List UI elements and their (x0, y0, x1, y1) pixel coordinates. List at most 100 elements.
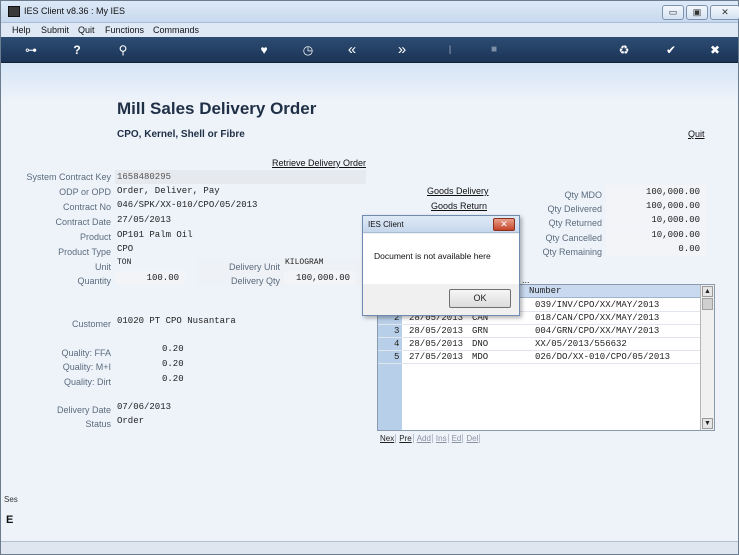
row-number: 026/DO/XX-010/CPO/05/2013 (535, 352, 671, 362)
product-type-field[interactable]: CPO (117, 244, 133, 254)
side-tab-e[interactable]: E (6, 514, 13, 526)
grid-button-bar: Nex Pre Add Ins Ed Del (379, 433, 482, 445)
quality-ffa-label: Quality: FFA (61, 348, 111, 358)
row-type: DNO (472, 339, 489, 349)
row-index: 5 (394, 352, 400, 362)
unit-field[interactable]: TON (117, 258, 131, 267)
goods-delivery-link[interactable]: Goods Delivery (427, 186, 489, 196)
qty-returned-label: Qty Returned (548, 218, 602, 228)
grid-scrollbar[interactable]: ▲ ▼ (700, 285, 714, 430)
quantity-field[interactable]: 100.00 (115, 271, 185, 285)
session-tab[interactable]: Ses (4, 495, 18, 504)
product-type-label: Product Type (58, 247, 111, 257)
menu-help[interactable]: Help (12, 25, 31, 35)
menu-quit[interactable]: Quit (78, 25, 95, 35)
help-icon[interactable]: ? (69, 42, 85, 58)
row-number: 018/CAN/CPO/XX/MAY/2013 (535, 313, 660, 323)
row-number: 004/GRN/CPO/XX/MAY/2013 (535, 326, 660, 336)
window-title: IES Client v8.36 : My IES (24, 6, 126, 16)
qty-remaining-value: 0.00 (606, 242, 706, 256)
stop-icon[interactable]: ■ (486, 42, 502, 58)
ok-button[interactable]: OK (449, 289, 511, 308)
customer-label: Customer (71, 319, 111, 329)
scroll-down-icon[interactable]: ▼ (702, 418, 713, 429)
table-row[interactable]: 4 28/05/2013 DNO XX/05/2013/556632 (378, 338, 700, 351)
dialog-title-bar: IES Client ✕ (363, 216, 519, 233)
menu-submit[interactable]: Submit (41, 25, 69, 35)
previous-button[interactable]: Pre (398, 434, 414, 443)
system-contract-key-value: 1658480295 (117, 172, 172, 182)
forward-icon[interactable]: » (394, 42, 410, 58)
toolbar: ⊶ ? ⚲ ♥ ◷ « » I ■ ♻ ✔ ✖ (1, 37, 738, 63)
page-title: Mill Sales Delivery Order (117, 99, 317, 118)
contract-date-field[interactable]: 27/05/2013 (117, 215, 171, 225)
clock-icon[interactable]: ◷ (300, 42, 316, 58)
odp-field[interactable]: Order, Deliver, Pay (117, 186, 220, 196)
quality-mi-field[interactable]: 0.20 (162, 359, 184, 369)
quit-link[interactable]: Quit (688, 129, 705, 139)
dialog-close-button[interactable]: ✕ (493, 218, 515, 231)
quality-ffa-field[interactable]: 0.20 (162, 344, 184, 354)
rewind-icon[interactable]: « (344, 42, 360, 58)
row-type: MDO (472, 352, 489, 362)
table-row[interactable]: 3 28/05/2013 GRN 004/GRN/CPO/XX/MAY/2013 (378, 325, 700, 338)
qty-cancelled-value: 10,000.00 (606, 228, 706, 242)
add-button[interactable]: Add (416, 434, 433, 443)
qty-returned-value: 10,000.00 (606, 213, 706, 227)
heart-icon[interactable]: ♥ (256, 42, 272, 58)
delete-button[interactable]: Del (465, 434, 481, 443)
dialog-title: IES Client (368, 220, 404, 229)
delivery-unit-field[interactable]: KILOGRAM (285, 258, 323, 267)
qty-remaining-label: Qty Remaining (542, 247, 602, 257)
product-label: Product (79, 232, 111, 242)
recycle-icon[interactable]: ♻ (616, 42, 632, 58)
delivery-date-field[interactable]: 07/06/2013 (117, 402, 171, 412)
contract-no-field[interactable]: 046/SPK/XX-010/CPO/05/2013 (117, 200, 257, 210)
status-field: Order (117, 416, 145, 426)
quality-mi-label: Quality: M+I (62, 362, 111, 372)
minimize-button[interactable]: ▭ (662, 5, 684, 20)
menu-commands[interactable]: Commands (153, 25, 199, 35)
maximize-button[interactable]: ▣ (686, 5, 708, 20)
dialog-body: Document is not available here (363, 234, 519, 284)
contract-no-label: Contract No (62, 202, 111, 212)
qty-delivered-label: Qty Delivered (547, 204, 602, 214)
table-row[interactable]: 5 27/05/2013 MDO 026/DO/XX-010/CPO/05/20… (378, 351, 700, 364)
header-band (1, 63, 738, 101)
page-subtitle: CPO, Kernel, Shell or Fibre (117, 129, 245, 140)
delivery-qty-field[interactable]: 100,000.00 (284, 271, 356, 285)
delivery-date-label: Delivery Date (56, 405, 111, 415)
scroll-thumb[interactable] (702, 298, 713, 310)
unit-label: Unit (94, 262, 111, 272)
row-index: 3 (394, 326, 400, 336)
close-icon[interactable]: ✖ (707, 42, 723, 58)
quality-dirt-label: Quality: Dirt (63, 377, 111, 387)
search-icon[interactable]: ⚲ (115, 42, 131, 58)
delivery-qty-label: Delivery Qty (230, 276, 280, 286)
goods-return-link[interactable]: Goods Return (431, 201, 487, 211)
delivery-unit-label: Delivery Unit (228, 262, 280, 272)
row-date: 27/05/2013 (409, 352, 464, 362)
contract-date-label: Contract Date (55, 217, 111, 227)
retrieve-delivery-order-link[interactable]: Retrieve Delivery Order (272, 158, 366, 168)
text-cursor-icon[interactable]: I (442, 42, 458, 58)
quality-dirt-field[interactable]: 0.20 (162, 374, 184, 384)
product-field[interactable]: OP101 Palm Oil (117, 230, 193, 240)
scroll-up-icon[interactable]: ▲ (702, 286, 713, 297)
qty-cancelled-label: Qty Cancelled (545, 233, 602, 243)
edit-button[interactable]: Ed (451, 434, 464, 443)
status-bar (1, 541, 738, 554)
odp-label: ODP or OPD (59, 187, 111, 197)
menu-functions[interactable]: Functions (105, 25, 144, 35)
row-number: 039/INV/CPO/XX/MAY/2013 (535, 300, 660, 310)
menu-bar: Help Submit Quit Functions Commands (1, 23, 738, 37)
app-icon (8, 6, 20, 17)
row-date: 28/05/2013 (409, 339, 464, 349)
next-button[interactable]: Nex (379, 434, 397, 443)
key-icon[interactable]: ⊶ (19, 42, 43, 58)
number-column-header: Number (529, 286, 562, 296)
check-icon[interactable]: ✔ (663, 42, 679, 58)
window-close-button[interactable]: ✕ (710, 5, 739, 20)
insert-button[interactable]: Ins (435, 434, 449, 443)
customer-field[interactable]: 01020 PT CPO Nusantara (117, 316, 236, 326)
